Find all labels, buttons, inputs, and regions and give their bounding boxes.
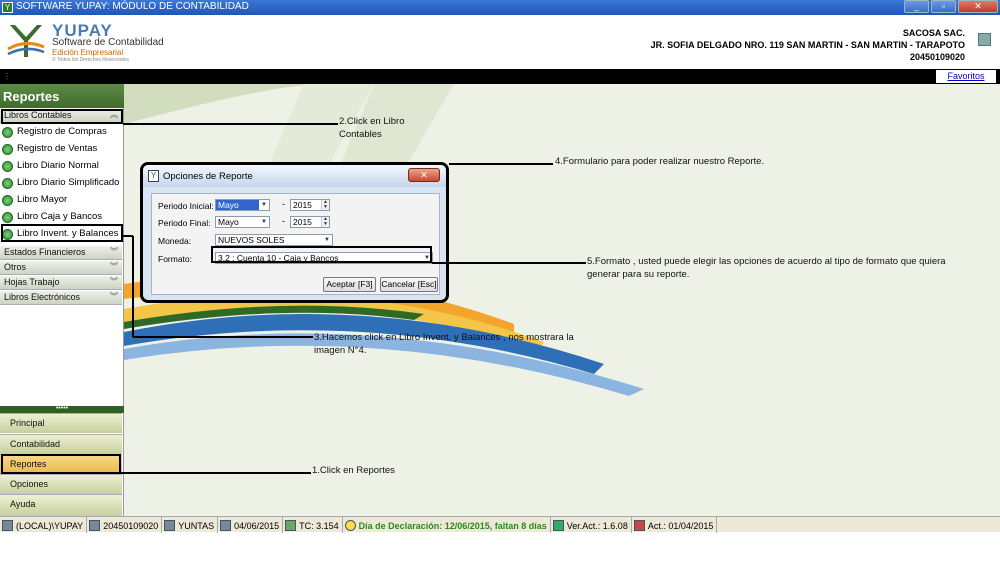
- status-server-text: (LOCAL)\YUPAY: [16, 520, 84, 531]
- user-icon: [164, 520, 176, 531]
- calendar-icon: [220, 520, 232, 531]
- status-tc: TC: 3.154: [283, 517, 343, 533]
- status-date: 04/06/2015: [218, 517, 284, 533]
- status-act: Act.: 01/04/2015: [632, 517, 718, 533]
- lightbulb-icon: [344, 520, 356, 531]
- callout-lines: [121, 123, 586, 474]
- status-user-text: YUNTAS: [178, 520, 215, 531]
- callout-step-4: 4.Formulario para poder realizar nuestro…: [555, 156, 765, 167]
- callout-step-3: 3.Hacemos click en Libro Invent. y Balan…: [314, 332, 574, 356]
- status-ruc: 20450109020: [87, 517, 163, 533]
- status-ruc-text: 20450109020: [103, 520, 159, 531]
- status-bar: (LOCAL)\YUPAY 20450109020 YUNTAS 04/06/2…: [0, 516, 1000, 533]
- status-user: YUNTAS: [162, 517, 219, 533]
- status-version-text: Ver.Act.: 1.6.08: [566, 520, 628, 531]
- status-act-text: Act.: 01/04/2015: [647, 520, 714, 531]
- status-declaracion: Día de Declaración: 12/06/2015, faltan 8…: [343, 517, 551, 533]
- callout-step-5: 5.Formato , usted puede elegir las opcio…: [587, 256, 946, 280]
- server-icon: [2, 520, 13, 531]
- money-icon: [285, 520, 297, 531]
- callout-step-1: 1.Click en Reportes: [312, 465, 395, 476]
- calendar-red-icon: [633, 520, 645, 531]
- status-version: Ver.Act.: 1.6.08: [551, 517, 632, 533]
- status-declaracion-text: Día de Declaración: 12/06/2015, faltan 8…: [358, 520, 547, 531]
- status-server: (LOCAL)\YUPAY: [0, 517, 88, 533]
- status-date-text: 04/06/2015: [234, 520, 280, 531]
- status-tc-text: TC: 3.154: [299, 520, 339, 531]
- yupay-icon: [552, 520, 564, 531]
- company-icon: [89, 520, 101, 531]
- callout-step-2: 2.Click en Libro Contables: [339, 116, 405, 140]
